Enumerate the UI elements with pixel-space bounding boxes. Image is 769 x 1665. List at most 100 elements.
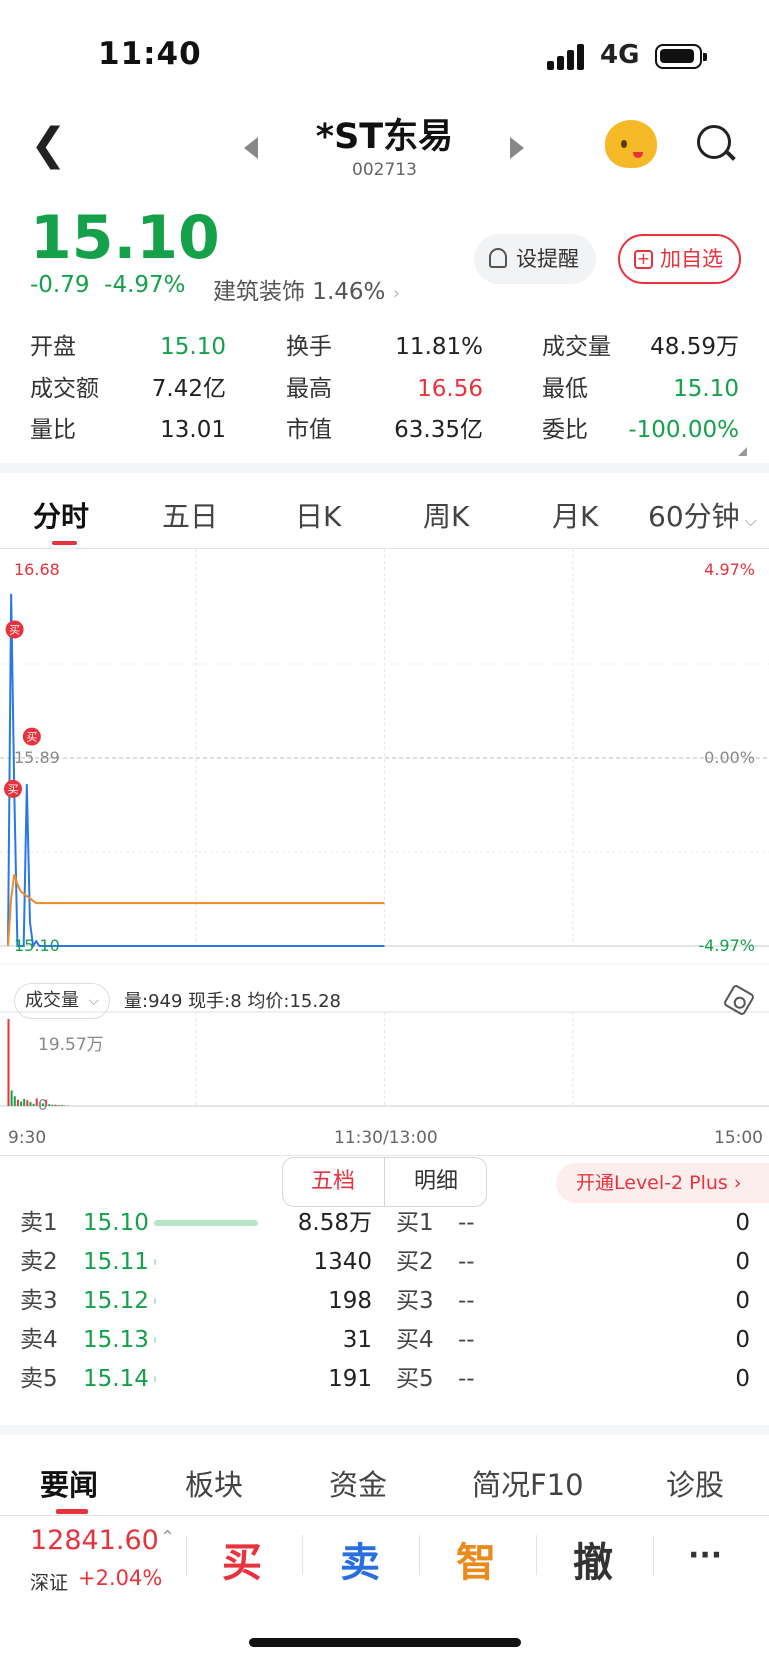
- remind-label: 设提醒: [516, 247, 579, 271]
- sell-button[interactable]: 卖: [340, 1530, 380, 1588]
- bottom-divider: [0, 1515, 769, 1516]
- buy-marker-label: 买: [8, 783, 19, 796]
- vol-zero-label: 0: [38, 1096, 48, 1114]
- plus-icon: +: [634, 250, 653, 269]
- add-fav-label: 加自选: [660, 247, 723, 271]
- stat-value: 15.10: [673, 376, 739, 402]
- ask-label: 卖5: [20, 1366, 58, 1392]
- ask-volume: 8.58万: [297, 1210, 372, 1236]
- volume-bar: [57, 1105, 60, 1106]
- stat-value: 7.42亿: [151, 376, 226, 402]
- tab-funds[interactable]: 资金: [329, 1462, 387, 1504]
- ask-volume-bar: [154, 1220, 258, 1226]
- bid-price: --: [458, 1327, 475, 1353]
- section-divider: [0, 1425, 769, 1435]
- search-icon[interactable]: [697, 125, 731, 159]
- chevron-up-icon[interactable]: ⌃: [160, 1527, 175, 1548]
- tab-news[interactable]: 要闻: [40, 1462, 98, 1504]
- time-label-open: 9:30: [8, 1128, 47, 1148]
- stat-value: 63.35亿: [394, 417, 483, 443]
- ask-volume: 31: [342, 1327, 372, 1353]
- more-button[interactable]: ···: [688, 1538, 722, 1573]
- level2-label: 开通Level-2 Plus: [576, 1172, 728, 1194]
- section-divider: [0, 463, 769, 473]
- volume-bar: [10, 1090, 13, 1106]
- chart-grid: [0, 549, 769, 1107]
- home-indicator: [249, 1638, 521, 1647]
- next-stock-icon[interactable]: [510, 137, 524, 159]
- stat-label: 最低: [542, 376, 588, 402]
- bid-label: 买2: [396, 1249, 434, 1275]
- bid-volume: 0: [735, 1249, 750, 1275]
- ask-volume-bar: [154, 1298, 156, 1304]
- volume-bar: [16, 1099, 19, 1106]
- volume-bar: [32, 1103, 35, 1106]
- cancel-order-button[interactable]: 撤: [573, 1530, 613, 1588]
- index-name: 深证: [30, 1572, 69, 1594]
- tab-weekly-k[interactable]: 周K: [423, 495, 469, 535]
- bid-label: 买4: [396, 1327, 434, 1353]
- mascot-icon[interactable]: [605, 120, 657, 168]
- tab-60min[interactable]: 60分钟 ⌵: [648, 495, 757, 535]
- stock-code: 002713: [352, 160, 417, 180]
- ask-label: 卖3: [20, 1288, 58, 1314]
- stat-label: 委比: [542, 417, 588, 443]
- level2-plus-button[interactable]: 开通Level-2 Plus ›: [556, 1163, 769, 1203]
- sector-link[interactable]: 建筑装饰 1.46% ›: [213, 272, 400, 306]
- tab-detail[interactable]: 明细: [384, 1157, 487, 1207]
- stat-label: 最高: [286, 376, 332, 402]
- volume-selector[interactable]: 成交量 ⌵: [14, 983, 110, 1019]
- bid-volume: 0: [735, 1327, 750, 1353]
- tab-diagnose[interactable]: 诊股: [666, 1462, 724, 1504]
- intraday-chart[interactable]: 买买买 16.68 15.89 15.10 4.97% 0.00% -4.97%…: [0, 549, 769, 1149]
- tab-five-day[interactable]: 五日: [162, 495, 218, 535]
- buy-button[interactable]: 买: [222, 1530, 262, 1588]
- battery-icon: [655, 44, 707, 69]
- smart-button[interactable]: 智: [456, 1530, 496, 1588]
- volume-selector-label: 成交量: [25, 990, 79, 1011]
- tab-daily-k[interactable]: 日K: [295, 495, 341, 535]
- volume-bar: [7, 1019, 10, 1106]
- divider: [302, 1535, 303, 1575]
- bid-volume: 0: [735, 1210, 750, 1236]
- chevron-right-icon: ›: [727, 1172, 742, 1194]
- current-price: 15.10: [30, 203, 220, 273]
- time-label-close: 15:00: [714, 1128, 763, 1148]
- ask-price: 15.11: [83, 1249, 149, 1275]
- volume-info: 量:949 现手:8 均价:15.28: [124, 991, 341, 1012]
- bid-label: 买3: [396, 1288, 434, 1314]
- index-value[interactable]: 12841.60: [30, 1525, 159, 1556]
- tab-60min-label: 60分钟: [648, 500, 740, 533]
- divider: [186, 1535, 187, 1575]
- pct-label-mid: 0.00%: [704, 748, 755, 767]
- bid-label: 买5: [396, 1366, 434, 1392]
- stat-value: -100.00%: [628, 417, 739, 443]
- ask-volume-bar: [154, 1376, 156, 1382]
- volume-bar: [51, 1104, 54, 1106]
- ask-price: 15.12: [83, 1288, 149, 1314]
- network-type: 4G: [600, 40, 640, 70]
- change-percent: -4.97%: [104, 272, 186, 298]
- tab-intraday[interactable]: 分时: [33, 495, 89, 535]
- volume-bar: [23, 1098, 26, 1106]
- stat-label: 成交量: [542, 334, 611, 360]
- tab-sector[interactable]: 板块: [185, 1462, 243, 1504]
- volume-bar: [26, 1100, 29, 1106]
- tab-underline: [56, 1509, 88, 1514]
- tab-five-levels[interactable]: 五档: [282, 1157, 384, 1207]
- ask-price: 15.10: [83, 1210, 149, 1236]
- volume-bar: [48, 1104, 51, 1106]
- stat-value: 16.56: [417, 376, 483, 402]
- stat-label: 量比: [30, 417, 76, 443]
- ask-volume: 191: [328, 1366, 372, 1392]
- stat-label: 成交额: [30, 376, 99, 402]
- expand-corner-icon[interactable]: [738, 447, 747, 456]
- signal-icon: [547, 44, 587, 70]
- tab-f10[interactable]: 简况F10: [472, 1462, 584, 1504]
- volume-bar: [29, 1101, 32, 1106]
- tab-monthly-k[interactable]: 月K: [552, 495, 598, 535]
- chevron-down-icon: ⌵: [739, 511, 757, 530]
- y-label-top: 16.68: [14, 560, 60, 579]
- volume-bar: [54, 1104, 57, 1106]
- chevron-down-icon: ⌵: [88, 993, 99, 1009]
